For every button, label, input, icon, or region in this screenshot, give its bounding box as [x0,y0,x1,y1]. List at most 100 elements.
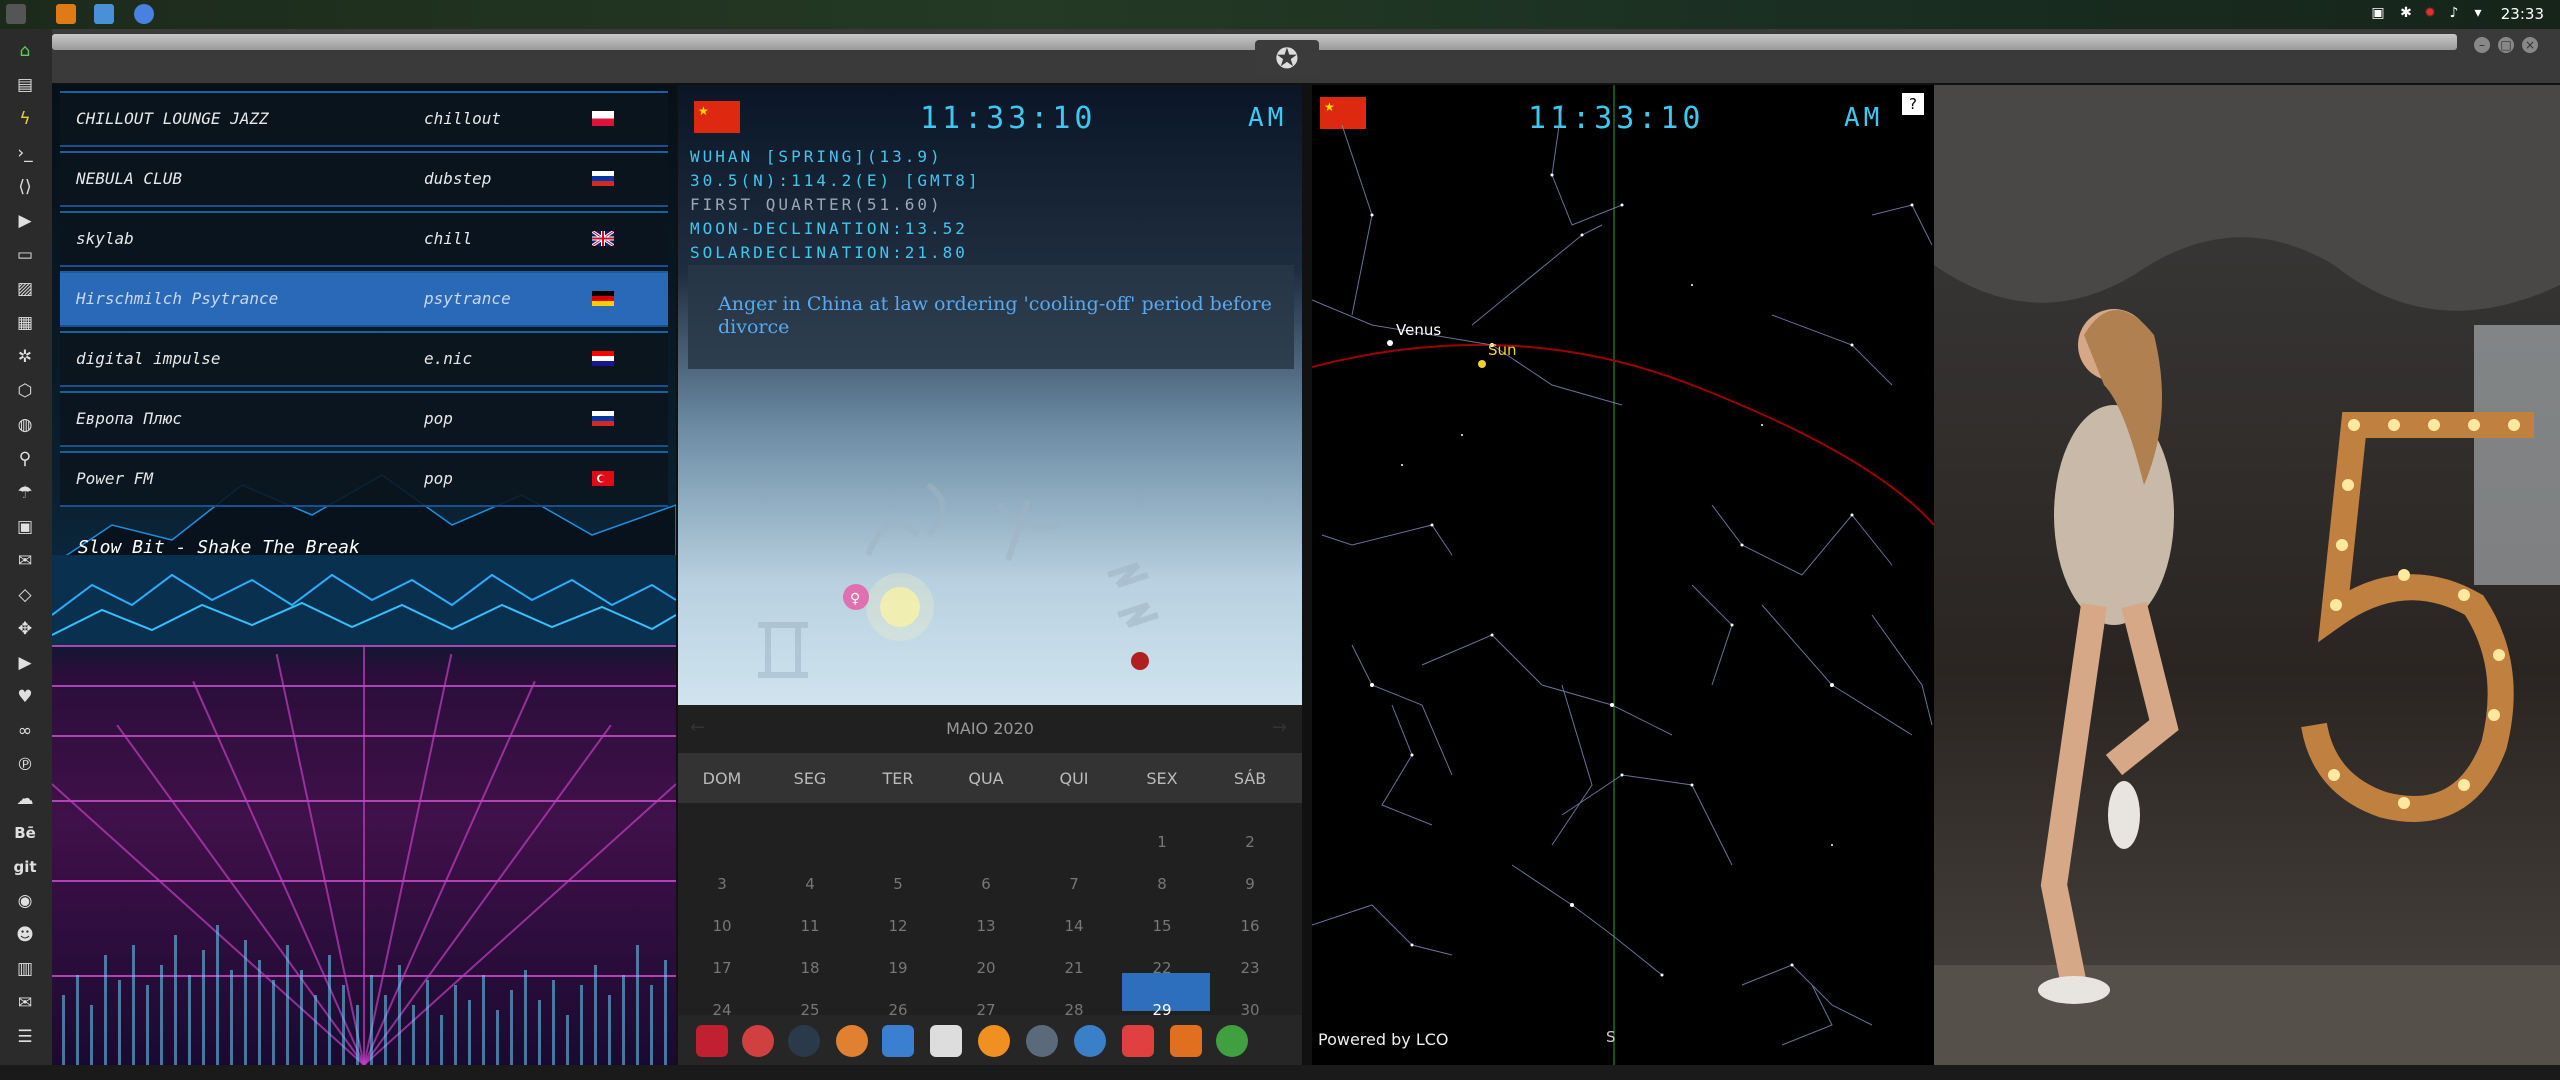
mail-icon[interactable]: ✉ [13,991,37,1015]
people-icon[interactable]: ☻ [13,923,37,947]
calendar-day[interactable]: 9 [1206,875,1294,893]
git-icon[interactable]: git [13,855,37,879]
globe-dark-icon[interactable] [788,1025,820,1057]
station-row[interactable]: digital impulse e.nic [60,331,668,387]
document-icon[interactable]: ▤ [13,73,37,97]
clock-app-icon[interactable] [1026,1025,1058,1057]
expand-icon[interactable]: ✥ [13,617,37,641]
news-icon[interactable]: ▦ [13,311,37,335]
chat-icon[interactable]: ✉ [13,549,37,573]
contact-icon[interactable]: ▣ [13,515,37,539]
calendar-day[interactable]: 18 [766,959,854,977]
youtube-icon[interactable]: ▶ [13,651,37,675]
arrow-app-icon[interactable] [1170,1025,1202,1057]
station-name: CHILLOUT LOUNGE JAZZ [76,109,269,128]
calendar-day[interactable]: 8 [1118,875,1206,893]
venus-marker [1387,340,1393,346]
photos-icon[interactable] [836,1025,868,1057]
calendar-day[interactable]: 13 [942,917,1030,935]
station-row[interactable]: CHILLOUT LOUNGE JAZZ chillout [60,91,668,147]
search-app-icon[interactable] [978,1025,1010,1057]
system-clock[interactable]: 23:33 [2501,5,2544,23]
maximize-button[interactable]: □ [2498,37,2514,53]
calendar-day[interactable]: 17 [678,959,766,977]
zodiac-sky: ♀ [758,482,1159,678]
calendar-day[interactable]: 3 [678,875,766,893]
news-box[interactable]: Anger in China at law ordering 'cooling-… [688,265,1294,369]
behance-icon[interactable]: Bē [13,821,37,845]
calendar-day[interactable]: 15 [1118,917,1206,935]
notes-icon[interactable] [930,1025,962,1057]
list-icon[interactable]: ☰ [13,1025,37,1049]
station-row[interactable]: NEBULA CLUB dubstep [60,151,668,207]
browser-icon[interactable] [1074,1025,1106,1057]
umbrella-icon[interactable]: ☂ [13,481,37,505]
gear-red-icon[interactable]: ✹ [2422,5,2438,21]
calendar-day[interactable]: 12 [854,917,942,935]
close-button[interactable]: × [2522,37,2538,53]
calendar-day[interactable]: 4 [766,875,854,893]
calendar-day[interactable]: 23 [1206,959,1294,977]
bottom-bar [0,1065,2560,1080]
station-row[interactable]: skylab chill [60,211,668,267]
calendar-day[interactable]: 22 [1118,959,1206,977]
calendar-day[interactable]: 2 [1206,833,1294,851]
chrome-icon[interactable] [134,4,154,24]
bluetooth-icon[interactable]: ✱ [2398,5,2414,21]
station-genre: dubstep [424,169,492,188]
calendar: ← → MAIO 2020 DOM SEG TER QUA QUI SEX SÁ… [678,705,1302,1019]
terminal-icon[interactable]: ›_ [13,141,37,165]
news-headline[interactable]: Anger in China at law ordering 'cooling-… [718,293,1278,339]
cloud-icon[interactable]: ☁ [13,787,37,811]
location-line: WUHAN [SPRING](13.9) [690,147,943,166]
translate-icon[interactable] [882,1025,914,1057]
github-icon[interactable]: ◉ [13,889,37,913]
calendar-app-icon[interactable] [1122,1025,1154,1057]
station-row[interactable]: Power FM pop [60,451,668,507]
calendar-day[interactable]: 19 [854,959,942,977]
link-icon[interactable]: ∞ [13,719,37,743]
calendar-day[interactable]: 16 [1206,917,1294,935]
calendar-day[interactable]: 1 [1118,833,1206,851]
tag-icon[interactable]: ◇ [13,583,37,607]
globe-icon[interactable]: ◍ [13,413,37,437]
station-row[interactable]: Европа Плюс pop [60,391,668,447]
heart-icon[interactable]: ♥ [13,685,37,709]
search-icon[interactable]: ⚲ [13,447,37,471]
home-icon[interactable]: ⌂ [13,39,37,63]
calendar-day[interactable]: 5 [854,875,942,893]
image-icon[interactable]: ▨ [13,277,37,301]
lightning-icon[interactable]: ϟ [13,107,37,131]
timer-icon[interactable] [742,1025,774,1057]
files-icon[interactable] [94,4,114,24]
hexagon-icon[interactable]: ⬡ [13,379,37,403]
volume-icon[interactable]: ♪ [2446,5,2462,21]
asterisk-icon[interactable]: ✲ [13,345,37,369]
app-menu-icon[interactable] [6,4,26,24]
minimize-button[interactable]: – [2474,37,2490,53]
map-icon[interactable]: ▥ [13,957,37,981]
calendar-day[interactable]: 21 [1030,959,1118,977]
powered-by-label[interactable]: Powered by LCO [1318,1030,1449,1049]
top-panel: ▣ ✱ ✹ ♪ ▾ 23:33 [0,0,2560,29]
calendar-day[interactable]: 11 [766,917,854,935]
sky-map[interactable]: ★ 11:33:10 AM ? Venus Sun Powered by LCO… [1312,85,1934,1065]
play-icon[interactable]: ▶ [13,209,37,233]
calendar-day[interactable]: 14 [1030,917,1118,935]
pinterest-icon[interactable]: ℗ [13,753,37,777]
launcher-icon[interactable] [696,1025,728,1057]
code-icon[interactable]: ⟨⟩ [13,175,37,199]
station-name: NEBULA CLUB [76,169,182,188]
calendar-day[interactable]: 7 [1030,875,1118,893]
station-row-active[interactable]: Hirschmilch Psytrance psytrance [60,271,668,327]
wifi-icon[interactable]: ▾ [2470,5,2486,21]
file-icon[interactable]: ▭ [13,243,37,267]
calendar-day[interactable]: 6 [942,875,1030,893]
sublime-icon[interactable] [56,4,76,24]
calendar-day[interactable]: 10 [678,917,766,935]
photo-icon[interactable]: ▣ [2370,5,2386,21]
calendar-day[interactable]: 20 [942,959,1030,977]
rebel-alliance-icon[interactable]: ✪ [1255,40,1319,78]
weekday-label: TER [882,769,914,788]
yandex-icon[interactable] [1216,1025,1248,1057]
